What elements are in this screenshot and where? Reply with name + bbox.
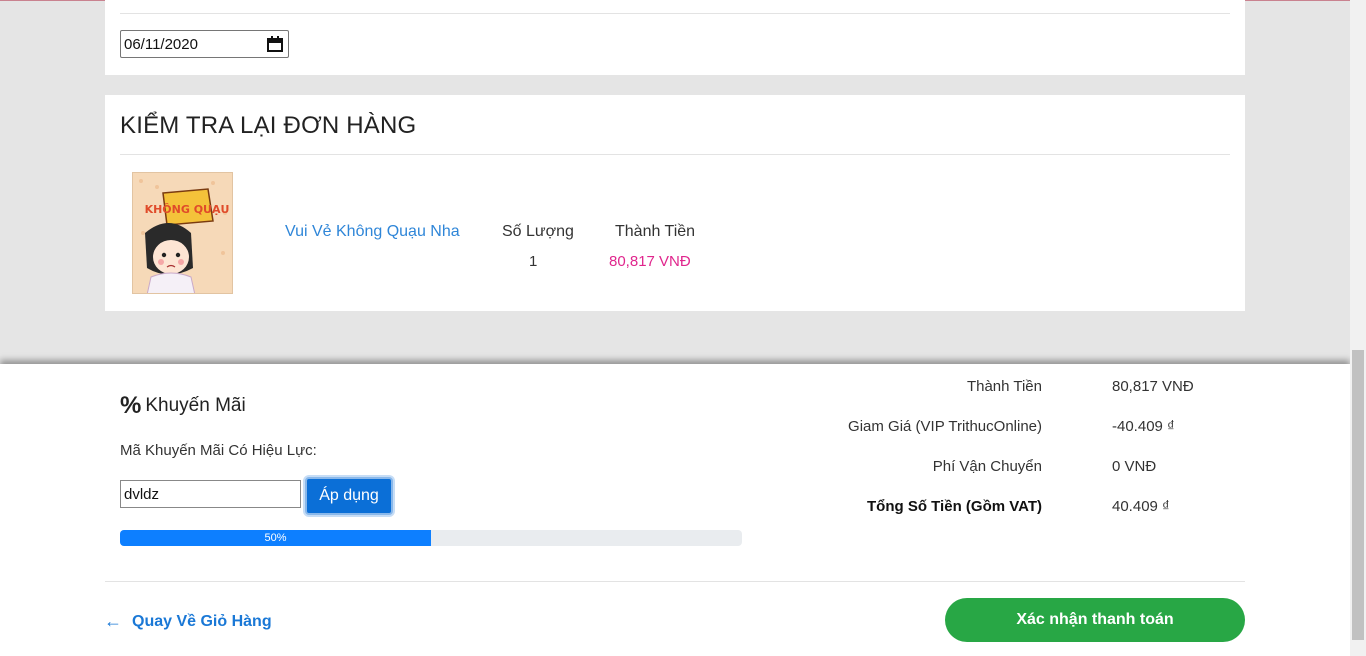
subtotal-header: Thành Tiền xyxy=(615,223,696,240)
product-name-link[interactable]: Vui Vẻ Không Quạu Nha xyxy=(285,223,460,241)
summary-value-subtotal: 80,817 VNĐ xyxy=(1112,378,1194,395)
scrollbar-thumb[interactable] xyxy=(1352,350,1364,640)
date-input[interactable]: 06/11/2020 xyxy=(120,30,289,58)
summary-label-shipping: Phí Vận Chuyển xyxy=(932,458,1042,475)
book-cover-illustration: KHÔNG QUẠU xyxy=(133,173,232,293)
percent-icon: % xyxy=(120,392,142,419)
summary-label-subtotal: Thành Tiền xyxy=(966,378,1042,395)
quantity-header: Số Lượng xyxy=(502,223,574,240)
divider xyxy=(105,581,1245,582)
apply-promo-button[interactable]: Áp dụng xyxy=(305,477,393,515)
summary-value-total: 40.409 ₫ xyxy=(1112,498,1170,515)
date-value: 06/11/2020 xyxy=(124,36,198,53)
summary-value-discount: -40.409 ₫ xyxy=(1112,418,1175,435)
promo-heading: % Khuyến Mãi xyxy=(120,392,246,420)
delivery-date-card: 06/11/2020 xyxy=(105,0,1245,75)
summary-label-total: Tổng Số Tiền (Gồm VAT) xyxy=(867,498,1042,515)
summary-label-discount: Giam Giá (VIP TrithucOnline) xyxy=(848,418,1042,435)
confirm-payment-button[interactable]: Xác nhận thanh toán xyxy=(945,598,1245,642)
product-price: 80,817 VNĐ xyxy=(609,253,691,270)
promo-progress: 50% xyxy=(120,530,742,546)
arrow-left-icon: ← xyxy=(104,611,122,631)
promo-progress-bar: 50% xyxy=(120,530,431,546)
promo-code-label: Mã Khuyến Mãi Có Hiệu Lực: xyxy=(120,442,317,459)
divider xyxy=(120,154,1230,155)
back-to-cart-label: Quay Về Giỏ Hàng xyxy=(132,612,272,630)
promo-title: Khuyến Mãi xyxy=(145,395,246,416)
cover-title-text: KHÔNG QUẠU xyxy=(145,203,230,216)
summary-value-shipping: 0 VNĐ xyxy=(1112,458,1157,475)
order-review-card: KIỂM TRA LẠI ĐƠN HÀNG KHÔNG QUẠU Vui Vẻ … xyxy=(105,95,1245,311)
calendar-icon[interactable] xyxy=(267,36,283,52)
promo-code-input[interactable] xyxy=(120,480,301,508)
quantity-value: 1 xyxy=(529,253,538,270)
checkout-panel: % Khuyến Mãi Mã Khuyến Mãi Có Hiệu Lực: … xyxy=(0,364,1350,656)
product-cover-image[interactable]: KHÔNG QUẠU xyxy=(132,172,233,294)
order-review-title: KIỂM TRA LẠI ĐƠN HÀNG xyxy=(120,112,417,139)
divider xyxy=(120,13,1230,14)
back-to-cart-link[interactable]: ← Quay Về Giỏ Hàng xyxy=(104,611,272,632)
